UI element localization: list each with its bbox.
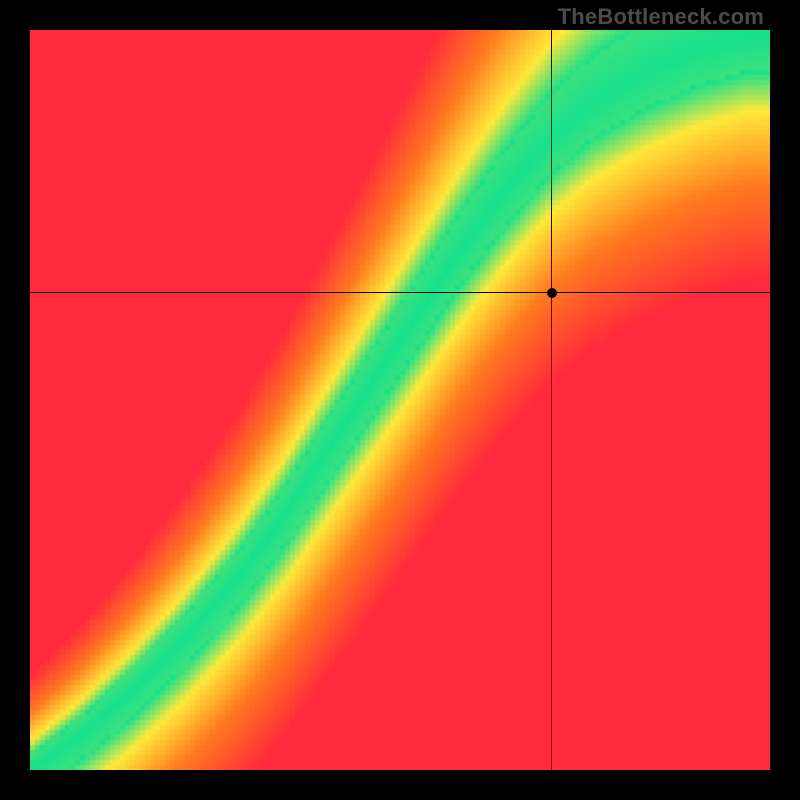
chart-frame: TheBottleneck.com — [0, 0, 800, 800]
crosshair-horizontal — [30, 292, 770, 293]
heatmap-plot — [30, 30, 770, 770]
marker-dot — [547, 288, 557, 298]
watermark-text: TheBottleneck.com — [558, 4, 764, 30]
crosshair-vertical — [551, 30, 552, 770]
heatmap-canvas — [30, 30, 770, 770]
